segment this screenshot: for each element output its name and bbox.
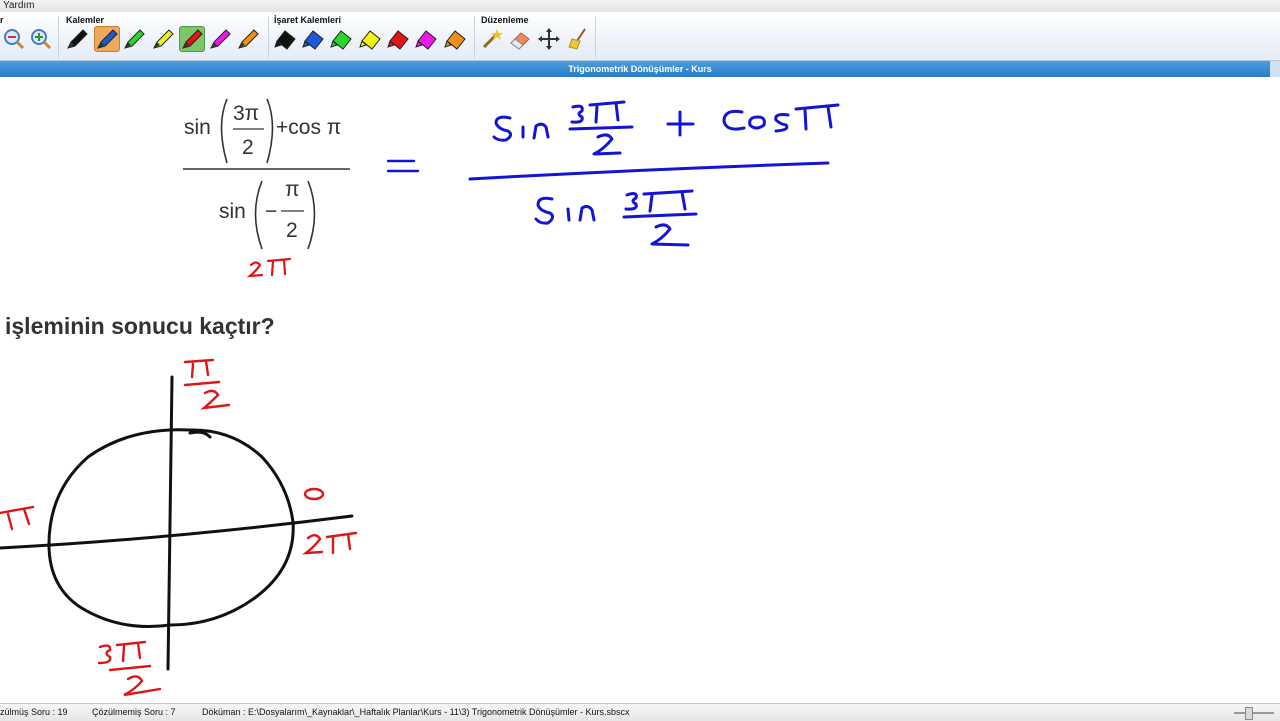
group-label-edit: Düzenleme: [481, 15, 529, 25]
pen-black-icon: [67, 29, 88, 49]
angle-labels: [0, 358, 358, 697]
pen-orange-button[interactable]: [236, 27, 260, 51]
group-separator: [595, 16, 596, 58]
frac-3pi-den: 2: [242, 136, 254, 159]
question-text: işleminin sonucu kaçtır?: [5, 313, 275, 339]
marker-blue-icon: [302, 30, 324, 50]
marker-magenta-icon: [415, 30, 437, 50]
zoom-out-icon: [4, 29, 25, 50]
pen-yellow-button[interactable]: [151, 27, 175, 51]
menu-help[interactable]: Yardım: [3, 0, 35, 12]
handwritten-2pi-note: [246, 257, 292, 278]
eraser-button[interactable]: [508, 27, 532, 51]
broom-button[interactable]: [566, 27, 590, 51]
marker-red-button[interactable]: [386, 27, 410, 51]
pen-green-icon: [124, 29, 145, 49]
group-label-partial: r: [0, 15, 4, 25]
frac-pi-num: π: [285, 178, 300, 201]
pen-green-button[interactable]: [122, 27, 146, 51]
marker-black-button[interactable]: [273, 27, 297, 51]
marker-blue-button[interactable]: [301, 27, 325, 51]
zoom-in-button[interactable]: [29, 27, 53, 51]
pen-blue-icon: [97, 29, 118, 49]
pen-red-button[interactable]: [179, 26, 205, 52]
group-label-pens: Kalemler: [66, 15, 105, 25]
marker-yellow-button[interactable]: [358, 27, 382, 51]
pen-red-icon: [182, 29, 203, 49]
pen-magenta-icon: [210, 29, 231, 49]
pen-magenta-button[interactable]: [208, 27, 232, 51]
zoom-slider-thumb[interactable]: [1245, 707, 1253, 720]
left-paren: [254, 180, 263, 250]
numerator-plus-cos: +cos π: [276, 116, 341, 139]
canvas-drawing-layer: sin 3π 2 +cos π sin − π 2: [0, 98, 840, 697]
marker-green-button[interactable]: [329, 27, 353, 51]
group-separator: [58, 16, 59, 58]
marker-black-icon: [274, 30, 296, 50]
window-title: Trigonometrik Dönüşümler - Kurs: [568, 64, 712, 74]
marker-magenta-button[interactable]: [414, 27, 438, 51]
ribbon-toolbar: r Kalemler İşaret Kalemleri Düzenleme: [0, 12, 1280, 61]
marker-yellow-icon: [359, 30, 381, 50]
menu-bar: Yardım: [0, 0, 1280, 12]
eraser-icon: [510, 32, 530, 50]
frac-pi-den: 2: [286, 219, 298, 242]
pen-yellow-icon: [153, 29, 174, 49]
window-title-bar: Trigonometrik Dönüşümler - Kurs: [0, 61, 1280, 77]
whiteboard-canvas[interactable]: sin 3π 2 +cos π sin − π 2 işleminin sonu…: [0, 77, 1280, 703]
broom-icon: [568, 28, 586, 50]
move-icon: [538, 28, 560, 50]
pen-blue-button[interactable]: [94, 26, 120, 52]
pen-orange-icon: [238, 29, 259, 49]
frac-3pi-num: 3π: [233, 102, 259, 125]
group-label-markers: İşaret Kalemleri: [274, 15, 342, 25]
marker-green-icon: [330, 30, 352, 50]
move-button[interactable]: [537, 27, 561, 51]
left-paren: [220, 98, 228, 164]
handwritten-unit-circle: [0, 375, 354, 671]
group-separator: [474, 16, 475, 58]
handwritten-equals: [386, 159, 420, 173]
zoom-in-icon: [31, 29, 52, 50]
magic-wand-button[interactable]: [480, 27, 504, 51]
right-paren: [307, 180, 316, 250]
zoom-slider-track[interactable]: [1234, 712, 1274, 714]
printed-formula: sin 3π 2 +cos π sin − π 2: [183, 98, 350, 250]
marker-red-icon: [387, 30, 409, 50]
unsolved-count: Çözülmemiş Soru : 7: [92, 707, 176, 717]
title-bar-edge-button[interactable]: [1270, 61, 1280, 77]
denominator-minus: −: [265, 200, 277, 223]
marker-orange-icon: [444, 30, 466, 50]
pen-black-button[interactable]: [65, 27, 89, 51]
right-paren: [266, 98, 274, 164]
group-separator: [268, 16, 269, 58]
handwritten-blue-expression: [468, 100, 840, 247]
document-path: Döküman : E:\Dosyalarım\_Kaynaklar\_Haft…: [202, 707, 630, 717]
denominator-sin: sin: [219, 200, 246, 223]
status-bar: zülmüş Soru : 19 Çözülmemiş Soru : 7 Dök…: [0, 703, 1280, 721]
numerator-sin: sin: [184, 116, 211, 139]
marker-orange-button[interactable]: [443, 27, 467, 51]
magic-wand-icon: [482, 29, 503, 49]
zoom-out-button[interactable]: [2, 27, 26, 51]
solved-count: zülmüş Soru : 19: [0, 707, 68, 717]
